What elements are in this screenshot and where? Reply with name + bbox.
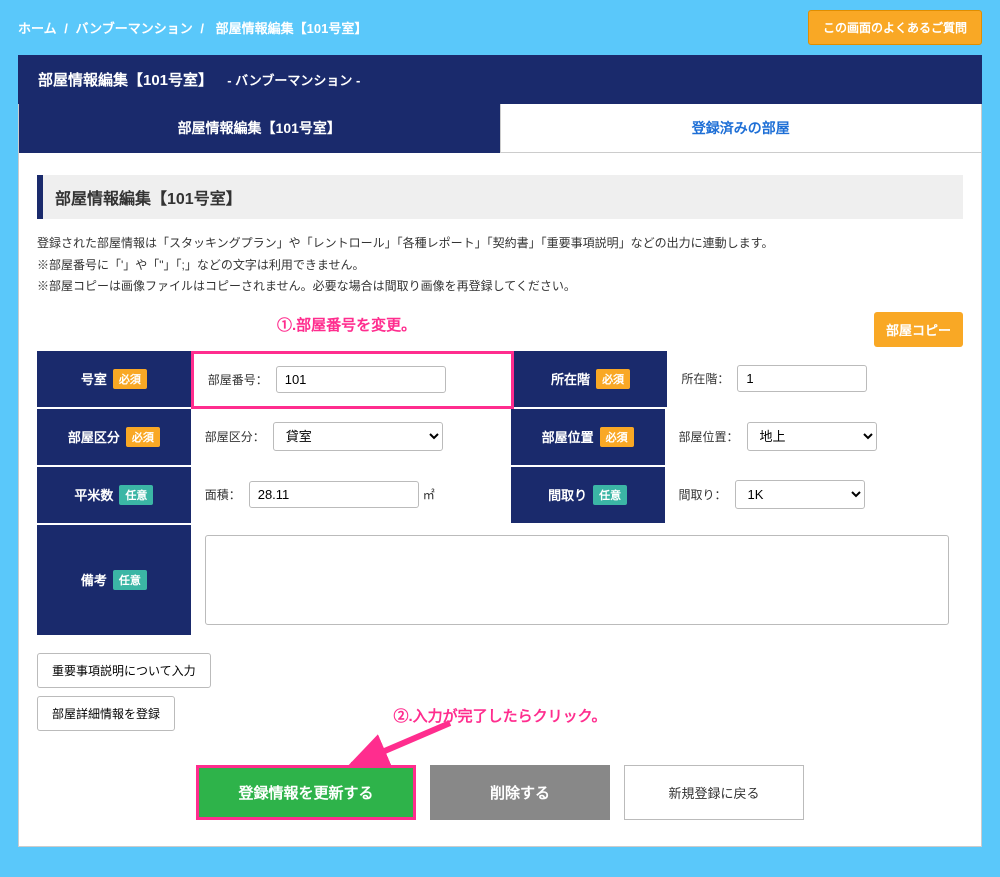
label-room-no: 号室 必須 xyxy=(37,351,191,409)
page-title-bar: 部屋情報編集【101号室】 - バンブーマンション - xyxy=(18,55,982,104)
annotation-2: ②.入力が完了したらクリック。 xyxy=(320,705,680,726)
room-no-input[interactable] xyxy=(276,366,446,393)
label-room-pos: 部屋位置 必須 xyxy=(511,409,665,467)
faq-button[interactable]: この画面のよくあるご質問 xyxy=(808,10,982,45)
note-line: 登録された部屋情報は「スタッキングプラン」や「レントロール」「各種レポート」「契… xyxy=(37,233,963,255)
required-badge: 必須 xyxy=(113,369,147,389)
floor-input[interactable] xyxy=(737,365,867,392)
required-badge: 必須 xyxy=(126,427,160,447)
remarks-cell xyxy=(191,525,963,635)
field-label: 部屋番号： xyxy=(208,371,268,388)
field-label: 間取り： xyxy=(679,486,727,503)
section-heading: 部屋情報編集【101号室】 xyxy=(37,175,963,219)
label-floor: 所在階 必須 xyxy=(514,351,668,409)
room-type-select[interactable]: 貸室 xyxy=(273,422,443,451)
area-cell: 面積： ㎡ xyxy=(191,467,511,525)
breadcrumb-current: 部屋情報編集【101号室】 xyxy=(216,21,368,36)
label-area: 平米数 任意 xyxy=(37,467,191,525)
room-pos-cell: 部屋位置： 地上 xyxy=(665,409,963,467)
required-badge: 必須 xyxy=(600,427,634,447)
field-label: 所在階： xyxy=(681,370,729,387)
required-badge: 必須 xyxy=(596,369,630,389)
field-label: 部屋位置： xyxy=(679,428,739,445)
update-button[interactable]: 登録情報を更新する xyxy=(196,765,416,820)
label-remarks: 備考 任意 xyxy=(37,525,191,635)
field-label: 面積： xyxy=(205,486,241,503)
floor-cell: 所在階： xyxy=(667,351,963,409)
note-line: ※部屋番号に「'」や「"」「;」などの文字は利用できません。 xyxy=(37,255,963,277)
label-room-type: 部屋区分 必須 xyxy=(37,409,191,467)
annotation-1: ①.部屋番号を変更。 xyxy=(277,314,416,335)
optional-badge: 任意 xyxy=(119,485,153,505)
room-detail-button[interactable]: 部屋詳細情報を登録 xyxy=(37,696,175,731)
page-title: 部屋情報編集【101号室】 xyxy=(38,72,213,89)
layout-cell: 間取り： 1K xyxy=(665,467,963,525)
room-type-cell: 部屋区分： 貸室 xyxy=(191,409,511,467)
optional-badge: 任意 xyxy=(113,570,147,590)
area-unit: ㎡ xyxy=(423,486,435,503)
room-copy-button[interactable]: 部屋コピー xyxy=(874,312,963,347)
field-label: 部屋区分： xyxy=(205,428,265,445)
layout-select[interactable]: 1K xyxy=(735,480,865,509)
note-line: ※部屋コピーは画像ファイルはコピーされません。必要な場合は間取り画像を再登録して… xyxy=(37,276,963,298)
room-no-cell: 部屋番号： xyxy=(191,351,514,409)
tab-registered[interactable]: 登録済みの部屋 xyxy=(500,104,982,153)
area-input[interactable] xyxy=(249,481,419,508)
label-layout: 間取り 任意 xyxy=(511,467,665,525)
breadcrumb: ホーム / バンブーマンション / 部屋情報編集【101号室】 xyxy=(18,18,371,37)
notes: 登録された部屋情報は「スタッキングプラン」や「レントロール」「各種レポート」「契… xyxy=(37,233,963,298)
delete-button[interactable]: 削除する xyxy=(430,765,610,820)
breadcrumb-home[interactable]: ホーム xyxy=(18,21,57,36)
room-pos-select[interactable]: 地上 xyxy=(747,422,877,451)
optional-badge: 任意 xyxy=(593,485,627,505)
tab-edit[interactable]: 部屋情報編集【101号室】 xyxy=(19,104,500,153)
breadcrumb-building[interactable]: バンブーマンション xyxy=(76,21,193,36)
remarks-textarea[interactable] xyxy=(205,535,949,625)
important-matters-button[interactable]: 重要事項説明について入力 xyxy=(37,653,211,688)
page-subtitle: - バンブーマンション - xyxy=(227,73,360,88)
back-button[interactable]: 新規登録に戻る xyxy=(624,765,804,820)
